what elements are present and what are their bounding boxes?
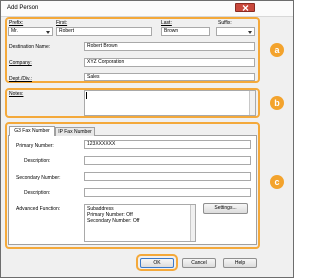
description-2-label: Description:: [24, 190, 51, 196]
window-title: Add Person: [7, 5, 39, 11]
advanced-function-list[interactable]: Subaddress Primary Number: Off Secondary…: [84, 204, 196, 242]
help-button[interactable]: Help: [223, 258, 257, 268]
destination-name-label: Destination Name:: [9, 44, 51, 50]
prefix-select[interactable]: Mr.: [8, 27, 53, 36]
last-name-field[interactable]: Brown: [161, 27, 210, 36]
advanced-line: Secondary Number: Off: [87, 218, 140, 224]
dept-field[interactable]: Sales: [84, 73, 255, 81]
suffix-label: Suffix:: [218, 20, 232, 26]
chevron-down-icon: [248, 31, 252, 34]
notes-scrollbar[interactable]: [249, 91, 255, 115]
settings-button[interactable]: Settings...: [203, 203, 248, 214]
company-label: Company:: [9, 60, 32, 66]
first-name-field[interactable]: Robert: [56, 27, 152, 36]
close-button[interactable]: [235, 3, 255, 12]
tab-ip-fax-number[interactable]: IP Fax Number: [55, 127, 95, 136]
text-cursor: [86, 92, 87, 99]
advanced-function-label: Advanced Function:: [16, 206, 61, 212]
chevron-down-icon: [46, 31, 50, 34]
suffix-select[interactable]: [216, 27, 255, 36]
tab-g3-fax-number[interactable]: G3 Fax Number: [9, 126, 55, 136]
callout-a: a: [270, 43, 284, 57]
description-2-field[interactable]: [84, 188, 251, 197]
close-icon: [242, 5, 249, 11]
description-1-label: Description:: [24, 158, 51, 164]
callout-b: b: [270, 96, 284, 110]
cancel-button[interactable]: Cancel: [182, 258, 216, 268]
title-bar[interactable]: Add Person: [1, 1, 293, 17]
description-1-field[interactable]: [84, 156, 251, 165]
prefix-label: Prefix:: [9, 20, 24, 26]
dept-label: Dept./Div.:: [9, 76, 32, 82]
notes-label: Notes:: [9, 91, 24, 97]
advanced-list-scrollbar[interactable]: [190, 205, 195, 241]
first-label: First:: [56, 20, 68, 26]
destination-name-field[interactable]: Robert Brown: [84, 42, 255, 51]
company-field[interactable]: XYZ Corporation: [84, 58, 255, 67]
primary-number-label: Primary Number:: [16, 143, 54, 149]
ok-button[interactable]: OK: [140, 258, 174, 268]
secondary-number-label: Secondary Number:: [16, 175, 61, 181]
prefix-value: Mr.: [11, 28, 18, 34]
primary-number-field[interactable]: 123XXXXXX: [84, 140, 251, 149]
last-label: Last:: [161, 20, 172, 26]
notes-field[interactable]: [84, 90, 256, 116]
callout-c: c: [270, 175, 284, 189]
secondary-number-field[interactable]: [84, 172, 251, 181]
